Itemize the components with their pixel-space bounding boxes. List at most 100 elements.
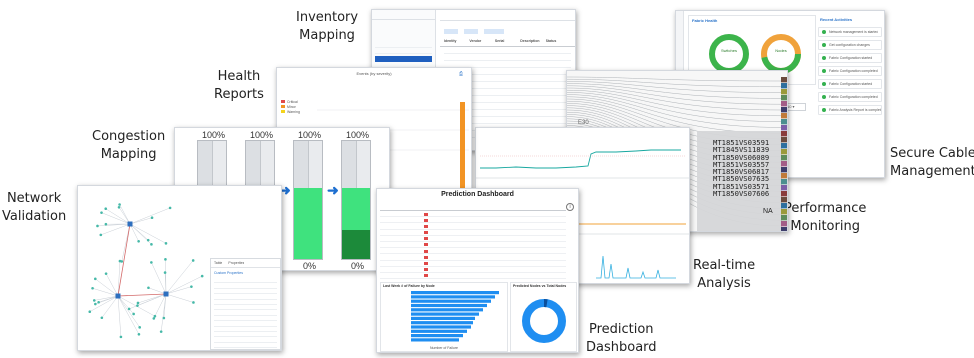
check-icon (822, 43, 826, 47)
network-edge (117, 295, 122, 337)
label-realtime-analysis: Real-time Analysis (693, 258, 755, 291)
activity-item[interactable]: Fabric Configuration started (818, 53, 882, 63)
node-color-stripe (781, 137, 787, 143)
inventory-column-header[interactable]: Status (546, 39, 571, 46)
network-node (118, 259, 122, 263)
property-row (214, 343, 277, 349)
inventory-column-header[interactable]: Serial (495, 39, 520, 46)
failure-flag (424, 237, 428, 241)
failure-bar (411, 299, 491, 303)
failure-bar-xlabel: Number of Failure (429, 346, 458, 350)
tier-label: Tier 4 (346, 270, 369, 271)
properties-panel: Table Properties Custom Properties (210, 258, 281, 350)
tier-tube (293, 140, 323, 260)
network-node (99, 233, 103, 237)
network-node (127, 307, 131, 311)
network-switch-node (127, 221, 133, 227)
network-node (100, 211, 103, 214)
network-edge (129, 217, 153, 225)
network-node (119, 335, 123, 339)
network-node (100, 316, 104, 320)
network-edge (165, 260, 194, 295)
tier-tube (341, 140, 371, 260)
failure-flag (424, 249, 428, 253)
node-color-stripe (781, 89, 787, 95)
node-color-stripe (781, 125, 787, 131)
activity-item[interactable]: Fabric Configuration completed (818, 92, 882, 102)
activity-item[interactable]: Get configuration changes (818, 40, 882, 50)
inventory-row[interactable] (444, 54, 571, 61)
inventory-row[interactable] (444, 47, 571, 54)
label-secure-cable: Secure Cable Management (890, 146, 974, 179)
tab-table[interactable]: Table (214, 261, 222, 265)
activity-text: Fabric Analysis Report is complete (829, 108, 881, 112)
check-icon (822, 82, 826, 86)
network-edge (160, 293, 167, 332)
network-node (94, 277, 97, 281)
node-id-label: MT1850VS07606 (713, 189, 770, 199)
check-icon (822, 69, 826, 73)
label-prediction-line1: Prediction (588, 322, 654, 337)
label-health-line2: Reports (214, 87, 264, 102)
network-node (147, 286, 150, 290)
tier-fill-dark (342, 229, 370, 259)
tab-properties[interactable]: Properties (228, 261, 244, 265)
prediction-table-row[interactable] (380, 273, 566, 280)
activity-item[interactable]: Fabric Configuration started (818, 79, 882, 89)
label-network-line2: Validation (2, 209, 67, 224)
activity-item[interactable]: Fabric Configuration completed (818, 66, 882, 76)
node-color-stripe (781, 167, 787, 173)
node-color-stripe (781, 143, 787, 149)
network-trunk-edge (117, 293, 167, 297)
check-icon (822, 56, 826, 60)
label-prediction-line2: Dashboard (586, 340, 657, 355)
activity-item[interactable]: Fabric Analysis Report is complete (818, 105, 882, 115)
label-health-line1: Health (217, 69, 261, 84)
failure-flag (424, 268, 428, 272)
inventory-column-header[interactable]: Identity (444, 39, 469, 46)
label-network-validation: Network Validation (2, 191, 66, 224)
activity-text: Get configuration changes (829, 43, 870, 47)
network-node (146, 238, 150, 242)
prediction-table-header (380, 202, 566, 211)
label-performance-monitoring: Performance Monitoring (784, 201, 866, 234)
network-node (192, 301, 195, 304)
network-node (200, 274, 204, 278)
tier-top-percent: 100% (346, 130, 370, 140)
inventory-column-header[interactable]: Description (520, 39, 545, 46)
network-node (104, 207, 108, 211)
node-color-stripe (781, 197, 787, 203)
inventory-column-header[interactable]: Vendor (469, 39, 494, 46)
label-performance-line1: Performance (784, 201, 867, 216)
activity-item[interactable]: Network management is started (818, 27, 882, 37)
node-color-stripe (781, 185, 787, 191)
network-edge (89, 295, 119, 312)
node-color-stripe (781, 191, 787, 197)
network-edge (92, 288, 119, 297)
network-node (163, 271, 167, 274)
network-edge (165, 275, 203, 295)
network-edge (117, 295, 140, 328)
network-node (117, 205, 121, 209)
network-node (153, 314, 157, 318)
network-node (136, 301, 140, 305)
failure-bar (411, 316, 475, 320)
activity-text: Fabric Configuration started (829, 56, 873, 60)
failure-flag (424, 243, 428, 247)
node-color-stripe (781, 215, 787, 221)
check-icon (822, 95, 826, 99)
failure-flag (424, 218, 428, 222)
info-icon[interactable]: i (566, 203, 574, 211)
node-color-stripe (781, 113, 787, 119)
label-congestion-mapping: Congestion Mapping (92, 129, 165, 162)
network-edge (129, 207, 171, 225)
label-inventory-line2: Mapping (299, 28, 355, 43)
network-node (150, 216, 154, 220)
node-color-stripe (781, 149, 787, 155)
label-prediction-dashboard: Prediction Dashboard (586, 322, 657, 355)
na-label: NA (763, 208, 773, 215)
network-edge (95, 278, 119, 297)
activity-text: Fabric Configuration completed (829, 95, 878, 99)
tier-top-percent: 100% (202, 130, 226, 140)
network-switch-node (115, 293, 121, 299)
